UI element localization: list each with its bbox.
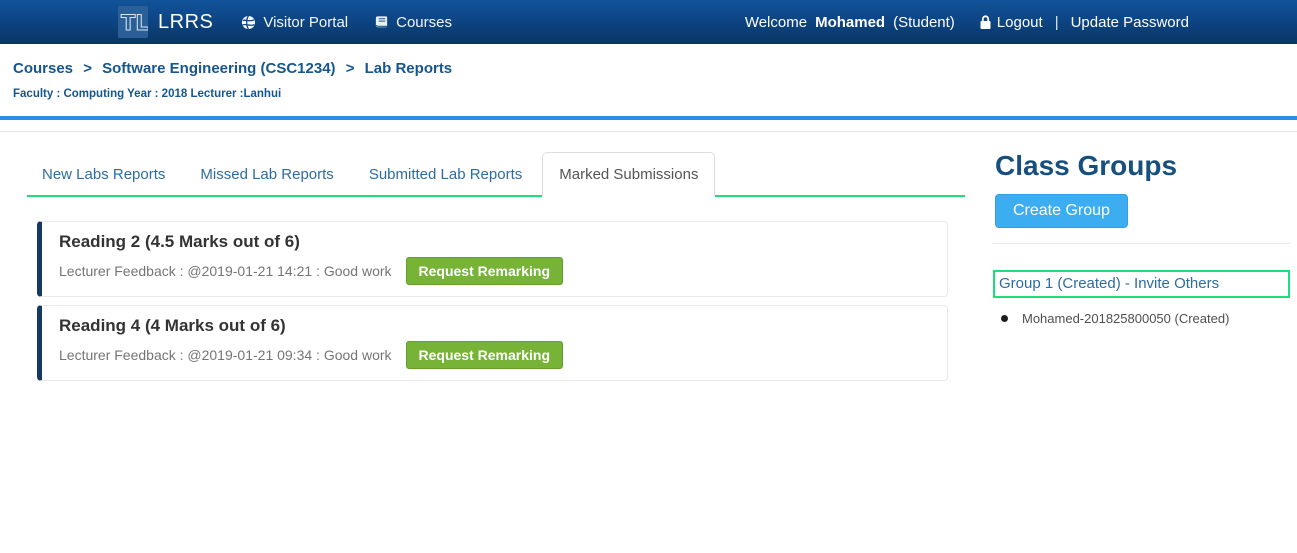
header-gray-rule	[0, 131, 1297, 132]
group-item-link[interactable]: Group 1 (Created) - Invite Others	[993, 270, 1290, 298]
report-card: Reading 4 (4 Marks out of 6) Lecturer Fe…	[37, 305, 948, 381]
lecturer-feedback: Lecturer Feedback : @2019-01-21 09:34 : …	[59, 347, 392, 363]
class-groups-panel: Class Groups Create Group Group 1 (Creat…	[993, 150, 1290, 326]
course-meta: Faculty : Computing Year : 2018 Lecturer…	[13, 88, 281, 100]
lock-icon	[979, 15, 992, 30]
nav-courses-label: Courses	[396, 14, 452, 31]
lrrs-logo-icon: TL	[118, 6, 148, 38]
breadcrumb: Courses > Software Engineering (CSC1234)…	[13, 60, 452, 77]
navbar-left-group: TL LRRS Visitor Portal Courses	[118, 6, 452, 38]
tab-missed-lab-reports[interactable]: Missed Lab Reports	[185, 154, 348, 195]
aside-divider	[993, 243, 1290, 244]
update-password-link[interactable]: Update Password	[1071, 14, 1189, 31]
marked-submissions-list: Reading 2 (4.5 Marks out of 6) Lecturer …	[27, 197, 965, 381]
group-member-name: Mohamed-201825800050 (Created)	[1022, 311, 1229, 326]
breadcrumb-separator: >	[346, 60, 355, 77]
request-remarking-button[interactable]: Request Remarking	[406, 341, 563, 369]
request-remarking-button[interactable]: Request Remarking	[406, 257, 563, 285]
tab-new-labs-reports[interactable]: New Labs Reports	[27, 154, 180, 195]
report-title: Reading 2 (4.5 Marks out of 6)	[59, 232, 935, 252]
header-blue-rule	[0, 116, 1297, 120]
bullet-icon	[1001, 315, 1008, 322]
logout-label: Logout	[997, 14, 1043, 31]
svg-text:TL: TL	[121, 11, 148, 35]
class-groups-title: Class Groups	[995, 150, 1290, 182]
nav-visitor-portal[interactable]: Visitor Portal	[241, 14, 348, 31]
page: TL LRRS Visitor Portal Courses	[0, 0, 1297, 553]
brand-text: LRRS	[158, 11, 213, 34]
book-icon	[374, 15, 389, 30]
group-member-item: Mohamed-201825800050 (Created)	[1001, 311, 1290, 326]
globe-icon	[241, 15, 256, 30]
report-detail-row: Lecturer Feedback : @2019-01-21 09:34 : …	[59, 341, 935, 369]
welcome-role: (Student)	[893, 14, 955, 31]
logout-link[interactable]: Logout	[979, 14, 1043, 31]
report-title: Reading 4 (4 Marks out of 6)	[59, 316, 935, 336]
tab-submitted-lab-reports[interactable]: Submitted Lab Reports	[354, 154, 537, 195]
breadcrumb-separator: >	[83, 60, 92, 77]
nav-separator: |	[1055, 14, 1059, 31]
report-detail-row: Lecturer Feedback : @2019-01-21 14:21 : …	[59, 257, 935, 285]
navbar-right-group: Welcome Mohamed (Student) Logout | Updat…	[745, 0, 1189, 44]
lecturer-feedback: Lecturer Feedback : @2019-01-21 14:21 : …	[59, 263, 392, 279]
lab-reports-panel: New Labs Reports Missed Lab Reports Subm…	[27, 150, 965, 389]
top-navbar: TL LRRS Visitor Portal Courses	[0, 0, 1297, 44]
nav-visitor-portal-label: Visitor Portal	[263, 14, 348, 31]
welcome-username: Mohamed	[815, 14, 885, 31]
welcome-text: Welcome	[745, 14, 807, 31]
report-card: Reading 2 (4.5 Marks out of 6) Lecturer …	[37, 221, 948, 297]
breadcrumb-courses[interactable]: Courses	[13, 60, 73, 77]
tab-marked-submissions[interactable]: Marked Submissions	[542, 152, 715, 197]
breadcrumb-course-name[interactable]: Software Engineering (CSC1234)	[102, 60, 335, 77]
create-group-button[interactable]: Create Group	[995, 194, 1128, 228]
breadcrumb-lab-reports[interactable]: Lab Reports	[365, 60, 453, 77]
lab-report-tabs: New Labs Reports Missed Lab Reports Subm…	[27, 150, 965, 197]
brand[interactable]: TL LRRS	[118, 6, 213, 38]
nav-courses[interactable]: Courses	[374, 14, 452, 31]
